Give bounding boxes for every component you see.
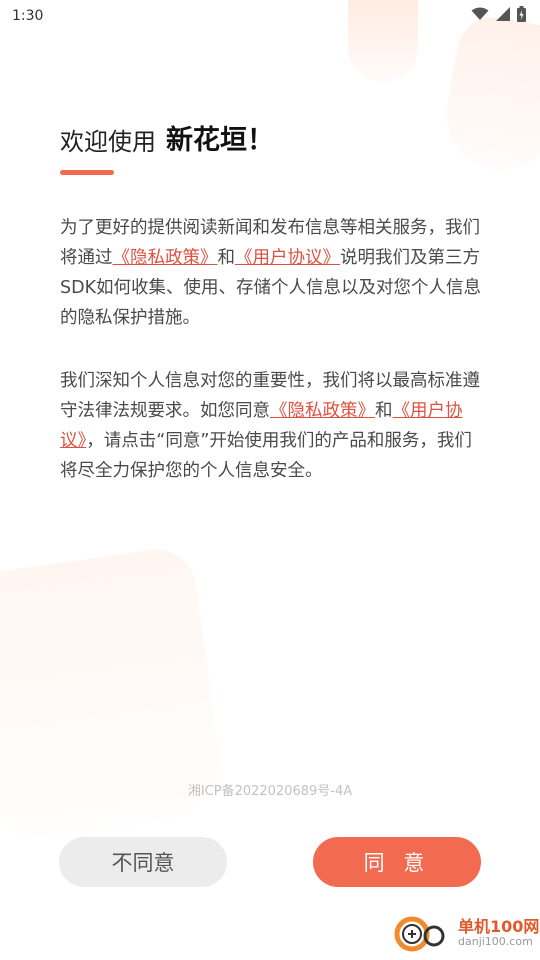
background-shield-decoration <box>0 544 228 846</box>
site-watermark: 单机100网 danji100.com <box>392 914 539 954</box>
title-underline <box>60 170 114 175</box>
disagree-button[interactable]: 不同意 <box>59 837 227 887</box>
battery-icon <box>517 6 526 22</box>
user-agreement-link[interactable]: 《用户协议》 <box>235 248 340 268</box>
consent-paragraph: 我们深知个人信息对您的重要性，我们将以最高标准遵守法律法规要求。如您同意《隐私政… <box>60 366 482 486</box>
title-brand: 新花垣！ <box>166 125 274 156</box>
signal-icon <box>496 7 510 21</box>
paragraph-text: ，请点击“同意”开始使用我们的产品和服务，我们将尽全力保护您的个人信息安全。 <box>60 431 472 481</box>
icp-license-text: 湘ICP备2022020689号-4A <box>187 784 353 799</box>
wifi-icon <box>471 7 489 20</box>
paragraph-text: 和 <box>217 248 236 268</box>
status-time: 1:30 <box>12 8 44 24</box>
status-icons <box>471 6 526 22</box>
watermark-text: 单机100网 danji100.com <box>458 919 539 949</box>
watermark-logo-icon <box>394 916 445 952</box>
watermark-cn: 单机100网 <box>458 917 540 936</box>
privacy-policy-link[interactable]: 《隐私政策》 <box>113 248 218 268</box>
title-prefix: 欢迎使用 <box>60 128 156 156</box>
intro-paragraph: 为了更好的提供阅读新闻和发布信息等相关服务，我们将通过《隐私政策》和《用户协议》… <box>60 213 482 333</box>
status-bar: 1:30 <box>0 0 540 34</box>
watermark-en: danji100.com <box>458 935 533 948</box>
paragraph-text: 和 <box>375 401 393 421</box>
background-shield-decoration <box>437 11 540 179</box>
page-title: 欢迎使用 新花垣！ <box>60 118 274 157</box>
privacy-policy-link[interactable]: 《隐私政策》 <box>270 401 375 421</box>
agree-button[interactable]: 同 意 <box>313 837 481 887</box>
